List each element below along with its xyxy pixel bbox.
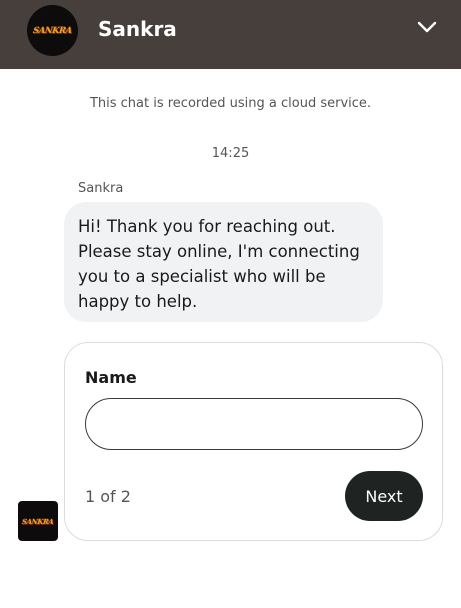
message-timestamp: 14:25 — [211, 146, 250, 161]
brand-logo-text: SANKRA — [32, 25, 73, 36]
message-bubble: Hi! Thank you for reaching out. Please s… — [64, 202, 383, 322]
name-field-label: Name — [85, 368, 137, 387]
next-button[interactable]: Next — [345, 471, 423, 521]
avatar-logo-text: SANKRA — [21, 516, 55, 526]
form-page-indicator: 1 of 2 — [85, 487, 131, 506]
chevron-down-icon[interactable] — [416, 19, 438, 35]
agent-name: Sankra — [98, 17, 177, 41]
name-input[interactable] — [85, 398, 423, 450]
brand-logo: SANKRA — [27, 5, 78, 56]
agent-avatar: SANKRA — [18, 501, 58, 541]
message-sender: Sankra — [78, 181, 124, 196]
recording-notice: This chat is recorded using a cloud serv… — [89, 96, 372, 111]
chat-header: SANKRA Sankra — [0, 0, 461, 69]
name-form-card: Name 1 of 2 Next — [64, 342, 443, 541]
